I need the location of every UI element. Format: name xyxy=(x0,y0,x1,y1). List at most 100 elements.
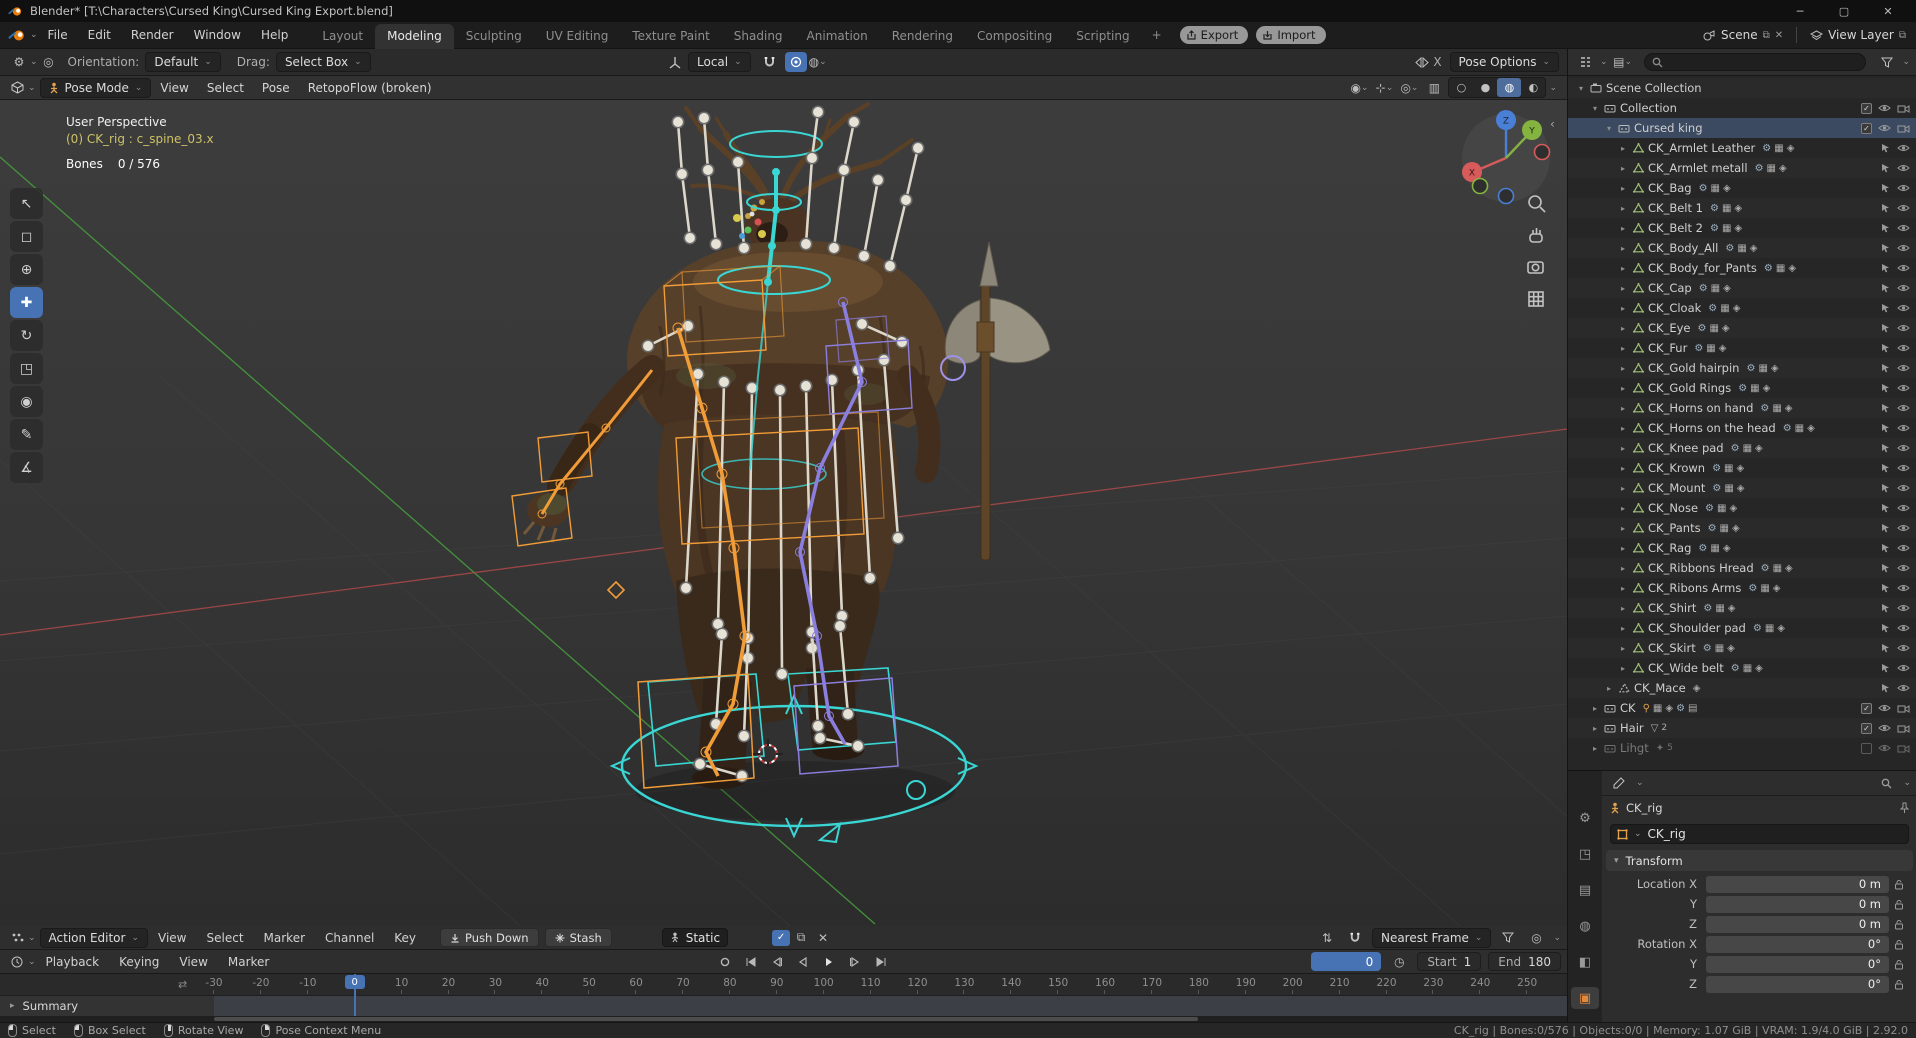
workspace-tab[interactable]: Texture Paint xyxy=(620,24,721,49)
object-name-label[interactable]: CK_Bag xyxy=(1648,181,1692,195)
tool-move[interactable]: ✚ xyxy=(10,287,43,318)
expand-icon[interactable]: ▸ xyxy=(1616,604,1630,613)
hide-viewport-icon[interactable] xyxy=(1878,703,1891,713)
drag-dropdown[interactable]: Select Box ⌄ xyxy=(275,52,371,72)
outliner-object-row[interactable]: ▸ CK_Rag ⚙ ▦ ◈ xyxy=(1568,538,1916,558)
object-name-label[interactable]: CK_Horns on hand xyxy=(1648,401,1753,415)
modifier-icon[interactable]: ⚙ xyxy=(1731,443,1740,454)
snap-magnet-icon[interactable] xyxy=(759,52,781,72)
material-data-icon[interactable]: ◈ xyxy=(1727,643,1735,654)
expand-icon[interactable]: ▸ xyxy=(1616,244,1630,253)
modifier-icon[interactable]: ⚙ xyxy=(1760,403,1769,414)
tool-measure[interactable]: ∡ xyxy=(10,452,43,483)
disable-render-icon[interactable] xyxy=(1897,104,1910,113)
expand-icon[interactable]: ▸ xyxy=(1616,364,1630,373)
mesh-data-icon[interactable]: ▦ xyxy=(1706,343,1715,354)
expand-icon[interactable]: ▸ xyxy=(1588,704,1602,713)
gizmo-z-neg[interactable] xyxy=(1497,187,1515,205)
outliner-object-row[interactable]: ▸ CK_Belt 1 ⚙ ▦ ◈ xyxy=(1568,198,1916,218)
menu-item[interactable]: Edit xyxy=(78,28,121,42)
maximize-button[interactable]: ▢ xyxy=(1822,5,1866,18)
timeline-ruler[interactable]: -30 -20 -10 0 10 20 30 40 50 60 70 80 90 100 110 120 130… xyxy=(0,974,1567,996)
outliner-search-input[interactable] xyxy=(1643,53,1867,71)
hide-viewport-icon[interactable] xyxy=(1897,283,1910,293)
exclude-checkbox[interactable]: ✓ xyxy=(1861,122,1872,134)
orientation-axes-icon[interactable] xyxy=(668,56,682,69)
object-name-label[interactable]: CK_Pants xyxy=(1648,521,1701,535)
material-data-icon[interactable]: ◈ xyxy=(1737,483,1745,494)
mesh-data-icon[interactable]: ▦ xyxy=(1795,423,1804,434)
panzoom-icon[interactable]: ⇄ xyxy=(178,978,187,991)
object-name-label[interactable]: CK_Gold Rings xyxy=(1648,381,1731,395)
mesh-data-icon[interactable]: ▦ xyxy=(1724,463,1733,474)
expand-icon[interactable]: ▸ xyxy=(1616,404,1630,413)
outliner-object-row[interactable]: ▸ CK_Fur ⚙ ▦ ◈ xyxy=(1568,338,1916,358)
transform-value-field[interactable]: 0 m xyxy=(1706,915,1889,933)
tab-world[interactable]: ◧ xyxy=(1571,951,1599,973)
object-name-label[interactable]: CK_Krown xyxy=(1648,461,1705,475)
object-name-label[interactable]: CK_Body_for_Pants xyxy=(1648,261,1757,275)
xray-toggle[interactable]: ▥ xyxy=(1423,78,1445,98)
transform-value-field[interactable]: 0° xyxy=(1706,935,1889,953)
exclude-checkbox[interactable]: ✓ xyxy=(1861,102,1872,114)
gizmo-x-neg[interactable] xyxy=(1533,143,1551,161)
stash-button[interactable]: Stash xyxy=(544,928,612,947)
outliner-object-row[interactable]: ▸ CK_Ribbons Hread ⚙ ▦ ◈ xyxy=(1568,558,1916,578)
tab-view-layer[interactable]: ◍ xyxy=(1571,915,1599,937)
fake-user-toggle[interactable]: ✓ xyxy=(772,929,791,946)
object-name-label[interactable]: CK_Ribons Arms xyxy=(1648,581,1741,595)
proportional-icon[interactable]: ◎ xyxy=(1525,928,1547,948)
action-name-value[interactable]: Static xyxy=(686,931,720,945)
shading-solid-button[interactable]: ● xyxy=(1473,78,1497,97)
proportional-editing-toggle[interactable] xyxy=(784,52,807,72)
selectable-icon[interactable] xyxy=(1881,363,1891,373)
hide-viewport-icon[interactable] xyxy=(1897,463,1910,473)
hide-viewport-icon[interactable] xyxy=(1897,303,1910,313)
mesh-data-icon[interactable]: ▦ xyxy=(1710,543,1719,554)
mesh-data-icon[interactable]: ▦ xyxy=(1760,583,1769,594)
tool-rotate[interactable]: ↻ xyxy=(10,320,43,351)
chevron-down-icon[interactable]: ⌄ xyxy=(1553,933,1561,943)
disable-render-icon[interactable] xyxy=(1897,724,1910,733)
exclude-checkbox[interactable]: ✓ xyxy=(1861,702,1872,714)
breadcrumb-object-label[interactable]: CK_rig xyxy=(1626,801,1663,815)
hide-viewport-icon[interactable] xyxy=(1897,423,1910,433)
object-name-label[interactable]: CK_Skirt xyxy=(1648,641,1696,655)
modifier-icon[interactable]: ⚙ xyxy=(1703,643,1712,654)
outliner-editor-icon[interactable] xyxy=(1574,52,1596,72)
push-down-button[interactable]: Push Down xyxy=(440,928,539,947)
material-data-icon[interactable]: ◈ xyxy=(1719,343,1727,354)
modifier-icon[interactable]: ⚙ xyxy=(1699,183,1708,194)
pose-options-dropdown[interactable]: Pose Options ⌄ xyxy=(1449,52,1559,72)
tab-tool[interactable]: ⚙ xyxy=(1571,807,1599,829)
start-frame-field[interactable]: Start 1 xyxy=(1417,952,1482,971)
hide-viewport-icon[interactable] xyxy=(1897,203,1910,213)
mesh-data-icon[interactable]: ▦ xyxy=(1722,203,1731,214)
selectable-icon[interactable] xyxy=(1881,403,1891,413)
object-name-label[interactable]: CK_Fur xyxy=(1648,341,1687,355)
dopesheet-editor-icon[interactable] xyxy=(6,928,28,948)
modifier-icon[interactable]: ⚙ xyxy=(1755,163,1764,174)
outliner-object-row[interactable]: ▸ CK_Body_for_Pants ⚙ ▦ ◈ xyxy=(1568,258,1916,278)
collapse-icon[interactable]: ▾ xyxy=(1602,124,1616,133)
particles-icon[interactable]: ▽ xyxy=(1651,723,1659,734)
filter-dropdown-icon[interactable]: ⌄ xyxy=(1903,778,1911,788)
expand-icon[interactable]: ▸ xyxy=(1616,184,1630,193)
hide-viewport-icon[interactable] xyxy=(1878,103,1891,113)
expand-icon[interactable]: ▸ xyxy=(1616,564,1630,573)
transform-panel-header[interactable]: ▾ Transform xyxy=(1606,850,1913,871)
export-button[interactable]: Export xyxy=(1179,26,1249,44)
material-data-icon[interactable]: ◈ xyxy=(1785,403,1793,414)
viewport-menu-item[interactable]: Pose xyxy=(253,81,299,95)
auto-keying-toggle[interactable] xyxy=(714,953,736,971)
selectable-icon[interactable] xyxy=(1881,463,1891,473)
object-name-label[interactable]: CK_Cap xyxy=(1648,281,1692,295)
cursed-king-label[interactable]: Cursed king xyxy=(1634,121,1703,135)
overlays-dropdown[interactable]: ◎ ⌄ xyxy=(1398,78,1420,98)
show-objects-dropdown[interactable]: ◉ ⌄ xyxy=(1348,78,1370,98)
expand-icon[interactable]: ▸ xyxy=(10,1001,15,1011)
selectable-icon[interactable] xyxy=(1881,543,1891,553)
gizmo-y-neg[interactable] xyxy=(1471,177,1489,195)
material-data-icon[interactable]: ◈ xyxy=(1665,703,1673,714)
modifier-icon[interactable]: ⚙ xyxy=(1762,143,1771,154)
